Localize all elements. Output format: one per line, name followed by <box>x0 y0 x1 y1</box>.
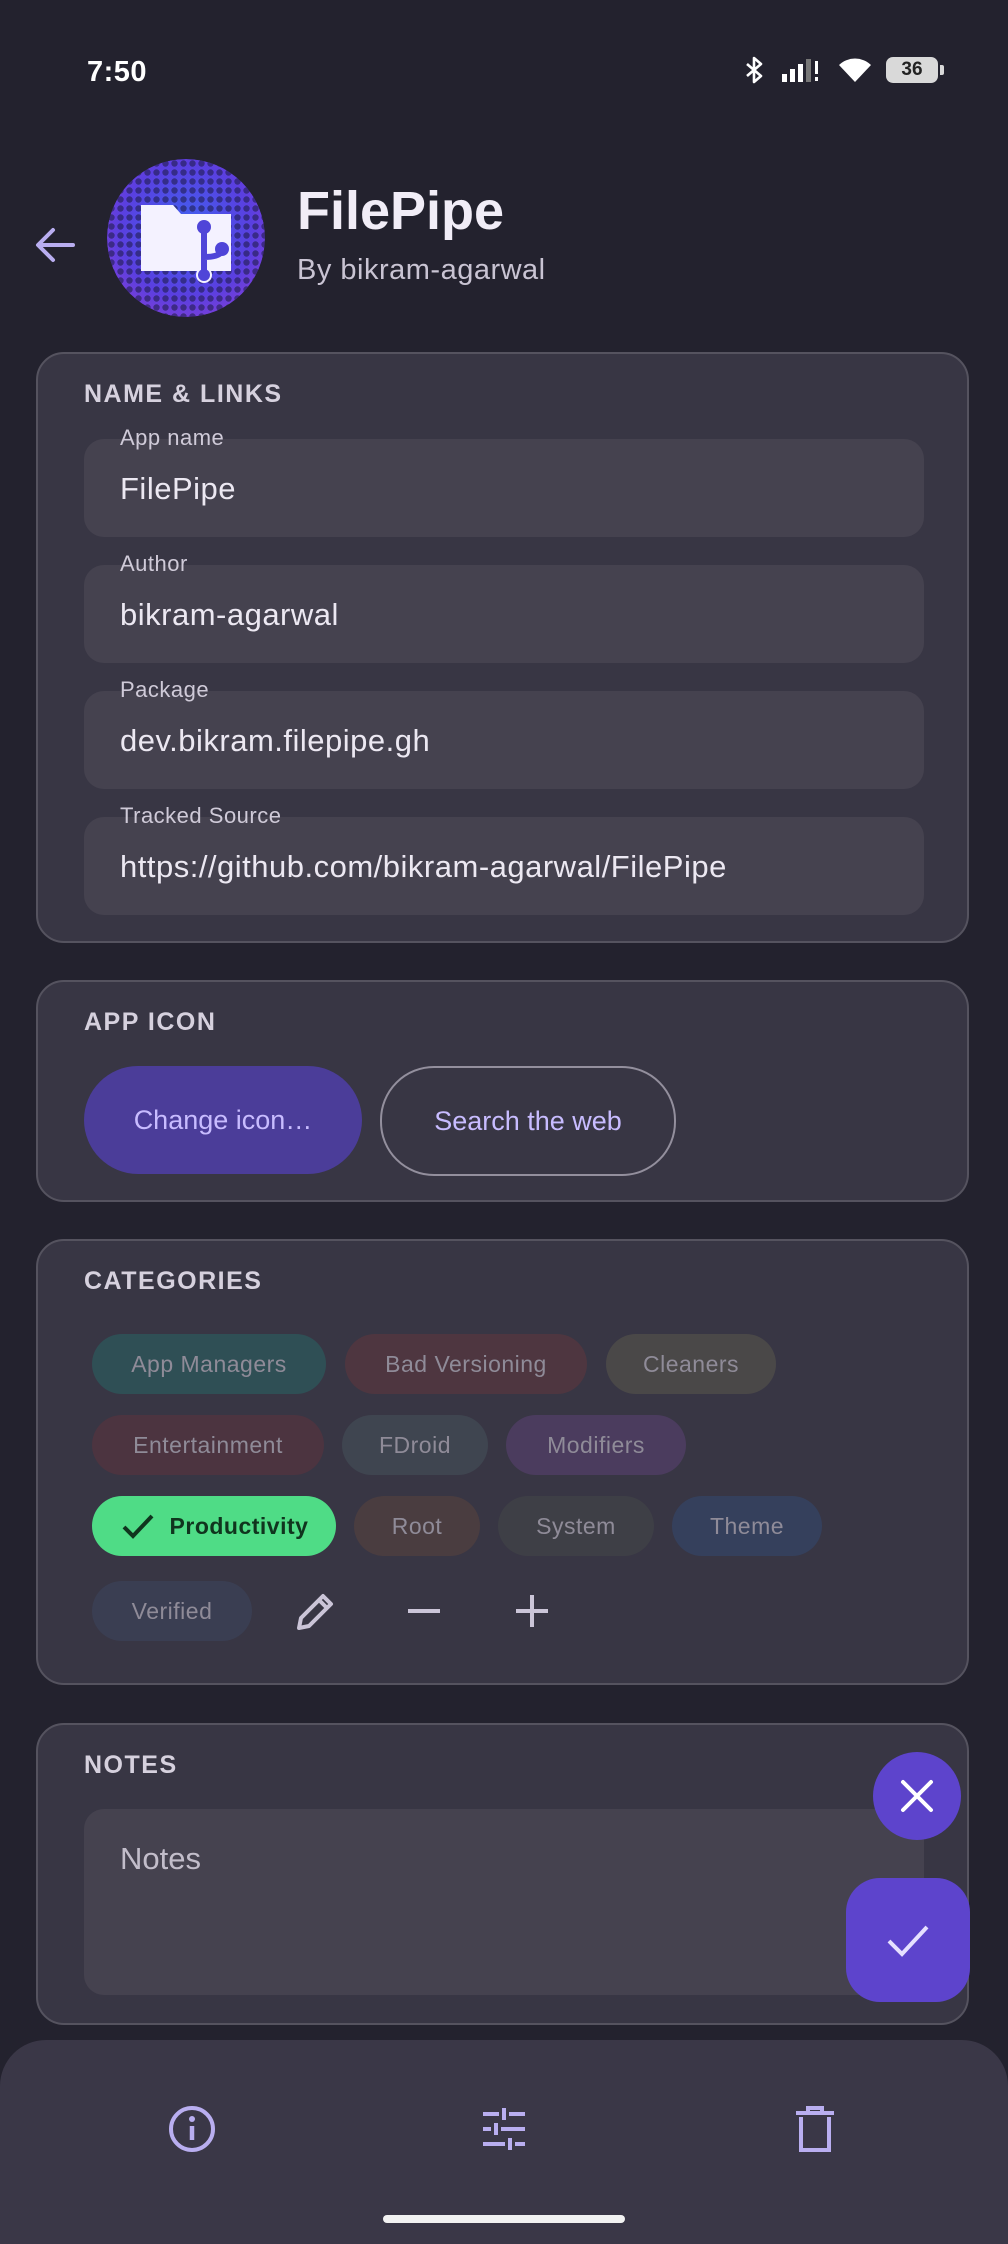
chip-label: App Managers <box>131 1350 287 1377</box>
notes-placeholder: Notes <box>120 1841 201 1876</box>
author-label: Author <box>120 551 188 576</box>
cancel-fab[interactable] <box>873 1752 961 1840</box>
tune-icon <box>483 2108 525 2150</box>
status-icons: 36 <box>744 56 944 84</box>
package-field[interactable]: Package dev.bikram.filepipe.gh <box>84 677 924 789</box>
remove-icon <box>408 1609 440 1613</box>
tracked-source-field[interactable]: Tracked Source https://github.com/bikram… <box>84 803 924 915</box>
chip-label: Bad Versioning <box>385 1350 547 1377</box>
signal-icon <box>782 59 818 82</box>
info-button[interactable] <box>157 2094 227 2164</box>
chip-app-managers[interactable]: App Managers <box>92 1334 326 1394</box>
notes-input[interactable]: Notes <box>84 1809 924 1995</box>
edit-categories-button[interactable] <box>286 1581 346 1641</box>
change-icon-button[interactable]: Change icon… <box>84 1066 362 1174</box>
notes-card: NOTES Notes <box>36 1723 969 2025</box>
save-fab[interactable] <box>846 1878 970 2002</box>
app-logo <box>107 159 265 317</box>
chip-modifiers[interactable]: Modifiers <box>506 1415 686 1475</box>
chip-label: Productivity <box>169 1512 309 1539</box>
chip-bad-versioning[interactable]: Bad Versioning <box>345 1334 587 1394</box>
package-label: Package <box>120 677 210 702</box>
categories-card: CATEGORIES App Managers Bad Versioning C… <box>36 1239 969 1685</box>
wifi-icon <box>839 58 871 82</box>
author-value: bikram-agarwal <box>120 597 339 632</box>
name-links-title: NAME & LINKS <box>84 380 283 408</box>
chip-label: Modifiers <box>547 1431 645 1458</box>
back-button[interactable] <box>30 220 80 270</box>
settings-button[interactable] <box>469 2094 539 2164</box>
app-author: By bikram-agarwal <box>297 254 546 286</box>
chip-label: Verified <box>131 1597 213 1624</box>
app-name-value: FilePipe <box>120 471 236 506</box>
chip-root[interactable]: Root <box>354 1496 480 1556</box>
chip-system[interactable]: System <box>498 1496 654 1556</box>
tracked-source-value: https://github.com/bikram-agarwal/FilePi… <box>120 849 727 884</box>
package-value: dev.bikram.filepipe.gh <box>120 723 431 758</box>
bottom-app-bar <box>0 2040 1008 2244</box>
chip-theme[interactable]: Theme <box>672 1496 822 1556</box>
arrow-back-icon <box>36 228 75 262</box>
chip-label: FDroid <box>378 1431 451 1458</box>
close-icon <box>901 1780 933 1812</box>
tracked-source-label: Tracked Source <box>120 803 282 828</box>
chip-label: Entertainment <box>133 1431 283 1458</box>
notes-title: NOTES <box>84 1751 178 1779</box>
chip-label: System <box>536 1512 616 1539</box>
app-icon-title: APP ICON <box>84 1008 217 1036</box>
chip-cleaners[interactable]: Cleaners <box>606 1334 776 1394</box>
app-name-field[interactable]: App name FilePipe <box>84 425 924 537</box>
check-icon <box>887 1925 929 1957</box>
bluetooth-icon <box>746 56 763 84</box>
battery-indicator: 36 <box>886 57 944 83</box>
app-name-label: App name <box>120 425 225 450</box>
info-icon <box>169 2106 215 2152</box>
edit-icon <box>297 1594 333 1630</box>
chip-label: Cleaners <box>642 1350 740 1377</box>
chip-productivity[interactable]: Productivity <box>92 1496 336 1556</box>
delete-button[interactable] <box>780 2094 850 2164</box>
chip-label: Theme <box>709 1512 785 1539</box>
add-category-button[interactable] <box>502 1581 562 1641</box>
chip-verified[interactable]: Verified <box>92 1581 252 1641</box>
search-web-button[interactable]: Search the web <box>380 1066 676 1176</box>
chip-entertainment[interactable]: Entertainment <box>92 1415 324 1475</box>
chip-fdroid[interactable]: FDroid <box>342 1415 488 1475</box>
name-links-card: NAME & LINKS App name FilePipe Author bi… <box>36 352 969 943</box>
remove-category-button[interactable] <box>394 1581 454 1641</box>
categories-title: CATEGORIES <box>84 1267 263 1295</box>
home-indicator <box>383 2215 625 2223</box>
chip-label: Root <box>391 1512 443 1539</box>
delete-icon <box>796 2106 834 2152</box>
add-icon <box>516 1595 548 1627</box>
app-icon-card: APP ICON Change icon… Search the web <box>36 980 969 1202</box>
author-field[interactable]: Author bikram-agarwal <box>84 551 924 663</box>
check-icon <box>122 1514 153 1539</box>
status-time: 7:50 <box>87 56 148 88</box>
app-title: FilePipe <box>297 181 505 241</box>
